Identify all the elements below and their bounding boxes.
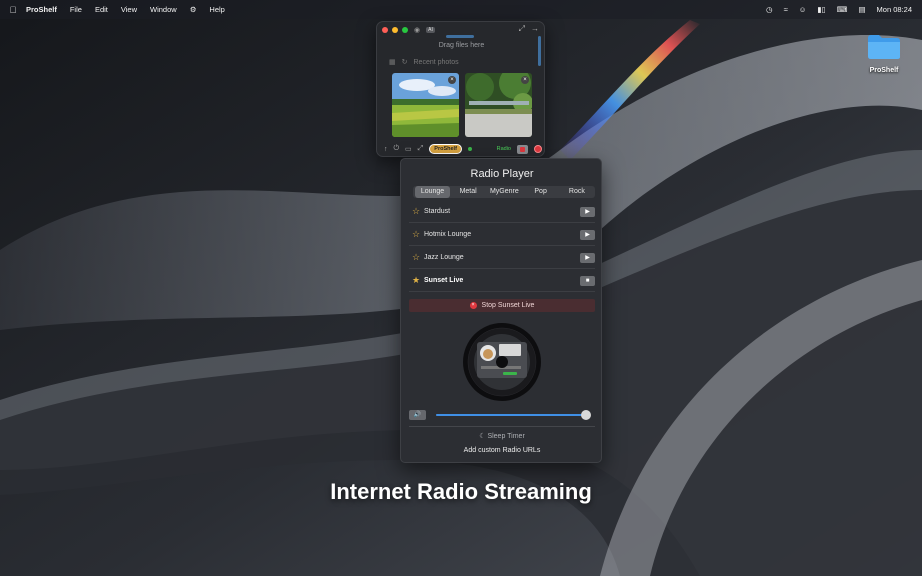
proshelf-pill[interactable]: ProShelf [429,144,462,154]
battery-icon[interactable]: ▮▯ [817,5,825,14]
station-row-active[interactable]: ★ Sunset Live ■ [409,270,595,292]
keyboard-icon[interactable]: ⌨ [837,5,848,14]
menu-bar:  ProShelf File Edit View Window ⚙ Help … [0,0,922,19]
station-row[interactable]: ☆ Stardust ▶ [409,201,595,223]
play-button[interactable]: ▶ [580,252,595,263]
refresh-icon[interactable]: ↻ [402,58,408,66]
control-center-icon[interactable]: ▤ [858,5,865,14]
status-dot [467,147,472,151]
folder-label: ProShelf [869,67,899,74]
time-machine-icon[interactable]: ◷ [766,5,773,14]
tab-metal[interactable]: Metal [450,186,486,198]
shelf-toolbar: ↑ ⏻ ▭ ⤢ ProShelf Radio [384,143,542,155]
arrow-right-icon[interactable]: → [531,24,539,34]
wifi-icon[interactable]: ≈ [784,5,788,14]
stop-radio-button[interactable] [517,144,528,154]
menubar-clock[interactable]: Mon 08:24 [877,5,912,14]
menu-help[interactable]: Help [209,5,224,14]
minimize-button[interactable] [392,27,398,33]
divider [409,426,595,427]
drop-zone-handle [446,35,474,38]
sleep-timer-label: Sleep Timer [487,433,525,440]
tab-pop[interactable]: Pop [523,186,559,198]
menu-edit[interactable]: Edit [95,5,108,14]
desktop-folder[interactable]: ProShelf [864,34,904,74]
speaker-icon[interactable]: 🔊 [409,410,426,420]
ai-badge[interactable]: AI [426,27,435,33]
scrollbar[interactable] [538,36,541,66]
recent-photos-label: Recent photos [413,58,459,66]
station-row[interactable]: ☆ Hotmix Lounge ▶ [409,224,595,246]
photo-thumbnail-meadow[interactable]: × [392,73,459,137]
tab-rock[interactable]: Rock [559,186,595,198]
share-icon[interactable]: ↑ [384,146,388,153]
bug-icon[interactable]: ⚙ [190,5,197,14]
menu-app-name[interactable]: ProShelf [26,5,57,14]
apple-menu-icon[interactable]:  [0,5,26,15]
stop-icon [520,146,525,152]
station-row[interactable]: ☆ Jazz Lounge ▶ [409,247,595,269]
stop-station-label: Stop Sunset Live [481,302,535,309]
remove-photo-icon[interactable]: × [448,76,456,84]
grid-icon[interactable]: ▦ [389,58,396,66]
menu-view[interactable]: View [121,5,137,14]
user-icon[interactable]: ☺ [799,5,807,14]
volume-knob[interactable] [581,410,591,420]
eye-icon[interactable]: ◉ [414,26,420,34]
stop-circle-icon: × [469,302,477,309]
window-icon[interactable]: ▭ [405,145,412,153]
volume-slider[interactable] [436,410,591,420]
headline: Internet Radio Streaming [330,479,592,504]
remove-photo-icon[interactable]: × [521,76,529,84]
menu-file[interactable]: File [70,5,82,14]
station-name: Stardust [424,208,451,215]
stop-button[interactable]: ■ [580,275,595,286]
moon-icon: ☾ [479,433,486,440]
record-icon[interactable] [534,145,542,153]
star-filled-icon[interactable]: ★ [409,275,423,286]
station-name: Hotmix Lounge [424,231,472,238]
play-button[interactable]: ▶ [580,206,595,217]
window-controls: ◉ AI [382,26,435,34]
zoom-button[interactable] [402,27,408,33]
shelf-window: ◉ AI ⤢ → Drag files here ▦ ↻ Recent phot… [376,21,545,157]
star-outline-icon[interactable]: ☆ [409,206,423,217]
play-button[interactable]: ▶ [580,229,595,240]
power-icon[interactable]: ⏻ [394,145,400,153]
tab-mygenre[interactable]: MyGenre [486,186,522,198]
volume-fill [436,414,586,416]
drag-hint: Drag files here [438,42,485,49]
close-button[interactable] [382,27,388,33]
menu-window[interactable]: Window [150,5,177,14]
radio-tag[interactable]: Radio [497,146,511,152]
fullscreen-icon[interactable]: ⤢ [418,145,424,153]
station-name: Jazz Lounge [424,254,464,261]
radio-player-panel: Radio Player Lounge Metal MyGenre Pop Ro… [400,158,602,463]
sleep-timer-button[interactable]: ☾ Sleep Timer [401,432,603,440]
folder-icon [868,35,900,59]
star-outline-icon[interactable]: ☆ [409,229,423,240]
radio-title: Radio Player [470,168,534,180]
stop-station-button[interactable]: × Stop Sunset Live [409,299,595,312]
photo-thumbnail-garden[interactable]: × [465,73,532,137]
star-outline-icon[interactable]: ☆ [409,252,423,263]
vinyl-artwork [463,323,541,401]
add-custom-urls-button[interactable]: Add custom Radio URLs [401,447,603,454]
volume-control: 🔊 [409,409,595,421]
tab-lounge[interactable]: Lounge [415,186,450,198]
station-name: Sunset Live [424,277,464,284]
expand-icon[interactable]: ⤢ [519,24,525,34]
genre-tabs: Lounge Metal MyGenre Pop Rock [413,186,595,198]
